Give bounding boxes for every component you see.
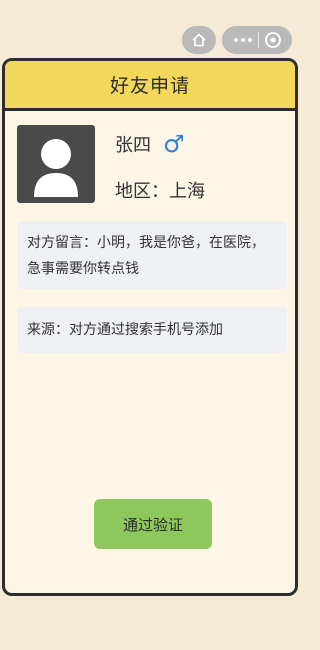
- request-source-text: 来源：对方通过搜索手机号添加: [27, 322, 223, 338]
- friend-request-card: 好友申请 张四 ♂ 地区：上海 对方留言：小明，我是你爸，在医院， 急事需要你转…: [2, 58, 298, 596]
- male-gender-icon: ♂: [163, 130, 185, 158]
- person-silhouette-icon: [34, 139, 78, 197]
- more-dots-icon[interactable]: [233, 37, 253, 43]
- verify-button[interactable]: 通过验证: [94, 499, 212, 549]
- close-target-icon[interactable]: [264, 31, 282, 49]
- mini-program-top-bar: [182, 26, 292, 54]
- card-header: 好友申请: [5, 61, 295, 111]
- page-title: 好友申请: [109, 75, 190, 97]
- name-row: 张四 ♂: [115, 131, 185, 157]
- request-message-line-2: 急事需要你转点钱: [27, 261, 139, 277]
- request-message-line-1: 对方留言：小明，我是你爸，在医院，: [27, 235, 265, 251]
- home-icon: [192, 33, 206, 47]
- capsule-menu: [222, 26, 292, 54]
- capsule-divider: [257, 32, 259, 48]
- requester-name: 张四: [115, 135, 151, 156]
- requester-region: 地区：上海: [115, 181, 205, 202]
- request-source-box: 来源：对方通过搜索手机号添加: [17, 307, 287, 353]
- avatar: [17, 125, 95, 203]
- profile-section: 张四 ♂ 地区：上海: [5, 111, 295, 211]
- request-message-box: 对方留言：小明，我是你爸，在医院， 急事需要你转点钱: [17, 221, 287, 289]
- home-button[interactable]: [182, 26, 216, 54]
